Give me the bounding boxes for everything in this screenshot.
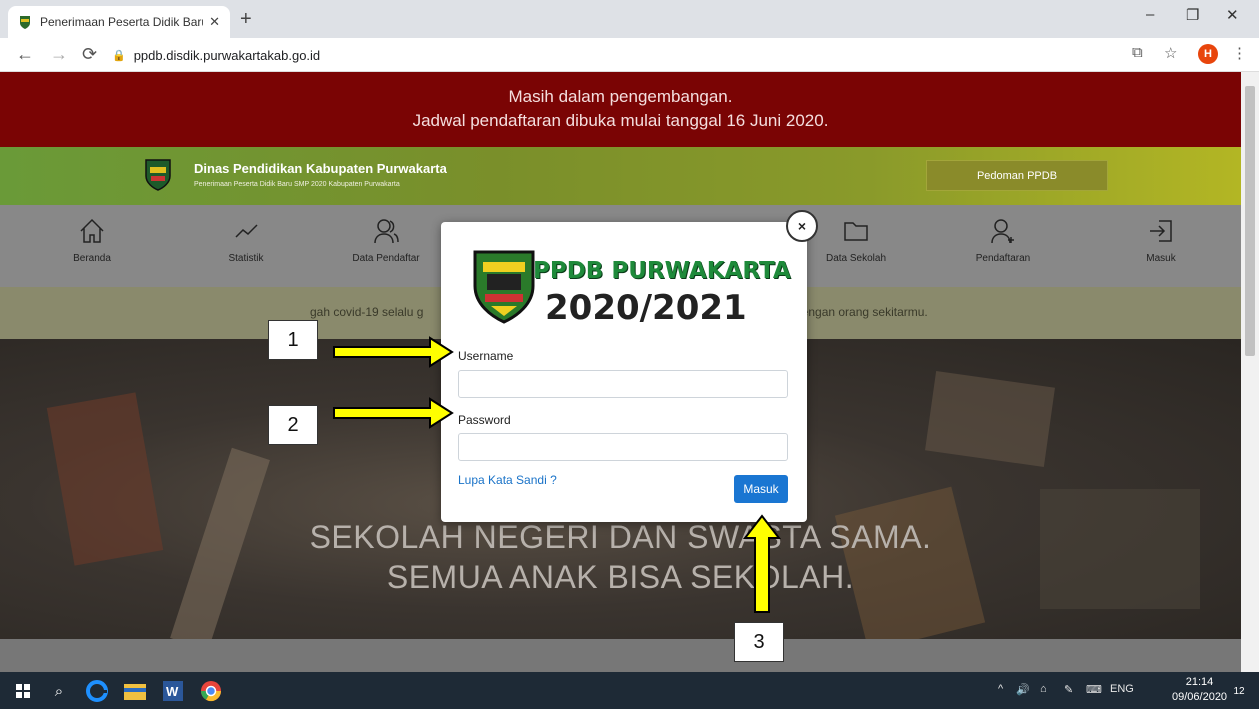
banner-line-1: Masih dalam pengembangan. — [508, 87, 733, 106]
windows-start-icon[interactable] — [12, 680, 34, 702]
menu-beranda[interactable]: Beranda — [42, 217, 142, 264]
menu-data-pendaftar-label: Data Pendaftar — [352, 253, 420, 264]
forgot-password-link[interactable]: Lupa Kata Sandi ? — [458, 473, 557, 487]
file-explorer-icon[interactable] — [124, 680, 146, 702]
pen-icon[interactable]: ✎ — [1064, 683, 1073, 696]
language-indicator[interactable]: ENG — [1110, 683, 1134, 695]
word-icon[interactable]: W — [162, 680, 184, 702]
development-banner: Masih dalam pengembangan. Jadwal pendaft… — [0, 72, 1241, 147]
browser-tab[interactable]: Penerimaan Peserta Didik Baru SM ✕ — [8, 6, 230, 38]
login-submit-button[interactable]: Masuk — [734, 475, 788, 503]
close-window-button[interactable]: ✕ — [1226, 6, 1239, 24]
annotation-number-2: 2 — [268, 405, 318, 445]
page-scrollbar[interactable] — [1241, 72, 1259, 672]
users-icon — [374, 219, 399, 244]
chrome-icon[interactable] — [200, 680, 222, 702]
bookmark-star-icon[interactable]: ☆ — [1164, 44, 1177, 62]
edge-browser-icon[interactable] — [86, 680, 108, 702]
ppdb-shield-logo-icon — [473, 250, 535, 324]
notice-text-right: dengan orang sekitarmu. — [795, 305, 928, 319]
tray-chevron-icon[interactable]: ^ — [998, 683, 1003, 695]
browser-tabstrip: Penerimaan Peserta Didik Baru SM ✕ + – ❐… — [0, 0, 1259, 38]
keyboard-icon[interactable]: ⌨ — [1086, 683, 1102, 696]
hero-line-1: SEKOLAH NEGERI DAN SWASTA SAMA. — [309, 519, 932, 555]
scrollbar-thumb[interactable] — [1245, 86, 1255, 356]
chart-line-icon — [235, 224, 258, 238]
menu-masuk-label: Masuk — [1146, 253, 1176, 264]
site-favicon-icon — [20, 16, 30, 29]
login-modal: × PPDB PURWAKARTA 2020/2021 Username Pas… — [441, 210, 818, 522]
ppdb-title: PPDB PURWAKARTA — [533, 258, 791, 284]
clock-date: 09/06/2020 — [1172, 691, 1228, 703]
translate-icon[interactable]: ⧉ — [1132, 44, 1143, 61]
password-label: Password — [458, 413, 511, 427]
clock-time: 21:14 — [1185, 676, 1214, 688]
hero-decor — [925, 371, 1055, 467]
login-icon — [1150, 220, 1172, 242]
search-icon[interactable]: ⌕ — [48, 680, 70, 702]
url-text: ppdb.disdik.purwakartakab.go.id — [133, 47, 321, 63]
network-icon[interactable]: ⌂ — [1040, 683, 1047, 695]
volume-icon[interactable]: 🔊 — [1016, 683, 1030, 696]
tab-close-icon[interactable]: ✕ — [209, 14, 220, 30]
menu-data-sekolah[interactable]: Data Sekolah — [806, 217, 906, 264]
modal-close-button[interactable]: × — [786, 210, 818, 242]
ppdb-year: 2020/2021 — [545, 288, 747, 328]
minimize-button[interactable]: – — [1146, 6, 1154, 23]
system-clock[interactable]: 21:14 09/06/2020 — [1172, 675, 1227, 705]
username-label: Username — [458, 349, 514, 363]
windows-taskbar: ⌕ W ^ 🔊 ⌂ ✎ ⌨ ENG 21:14 09/06/2020 12 — [0, 672, 1259, 709]
menu-data-sekolah-label: Data Sekolah — [825, 253, 887, 264]
notification-count: 12 — [1233, 685, 1245, 697]
home-icon — [80, 218, 104, 243]
notification-center-icon[interactable]: 12 — [1228, 680, 1250, 702]
add-user-icon — [991, 219, 1014, 244]
lock-icon: 🔒 — [112, 49, 126, 62]
menu-pendaftaran-label: Pendaftaran — [975, 253, 1031, 264]
page-lower-section — [0, 639, 1241, 672]
address-bar[interactable]: 🔒 ppdb.disdik.purwakartakab.go.id — [112, 43, 1112, 67]
reload-icon[interactable]: ⟳ — [82, 44, 97, 65]
menu-beranda-label: Beranda — [73, 253, 111, 264]
annotation-number-3: 3 — [734, 622, 784, 662]
brand-bar: Dinas Pendidikan Kabupaten Purwakarta Pe… — [0, 147, 1241, 205]
menu-dots-icon[interactable]: ⋮ — [1232, 44, 1247, 62]
notice-text-left: gah covid-19 selalu g — [310, 305, 424, 319]
purwakarta-logo-icon — [145, 159, 171, 191]
tab-title: Penerimaan Peserta Didik Baru SM — [40, 15, 203, 29]
username-input[interactable] — [458, 370, 788, 398]
menu-statistik[interactable]: Statistik — [196, 217, 296, 264]
password-input[interactable] — [458, 433, 788, 461]
back-arrow-icon[interactable]: ← — [16, 44, 34, 65]
hero-line-2: SEMUA ANAK BISA SEKOLAH. — [386, 559, 855, 595]
svg-text:W: W — [166, 684, 179, 699]
menu-pendaftaran[interactable]: Pendaftaran — [953, 217, 1053, 264]
pedoman-ppdb-button[interactable]: Pedoman PPDB — [926, 160, 1108, 191]
new-tab-button[interactable]: + — [240, 8, 252, 31]
brand-subtitle: Penerimaan Peserta Didik Baru SMP 2020 K… — [194, 181, 400, 188]
profile-avatar[interactable]: H — [1198, 44, 1218, 64]
folder-icon — [844, 222, 868, 241]
forward-arrow-icon[interactable]: → — [50, 44, 68, 65]
restore-button[interactable]: ❐ — [1186, 6, 1199, 24]
menu-statistik-label: Statistik — [228, 253, 264, 264]
menu-masuk[interactable]: Masuk — [1111, 217, 1211, 264]
menu-data-pendaftar[interactable]: Data Pendaftar — [336, 217, 436, 264]
annotation-number-1: 1 — [268, 320, 318, 360]
brand-name: Dinas Pendidikan Kabupaten Purwakarta — [194, 161, 447, 176]
browser-toolbar: ← → ⟳ 🔒 ppdb.disdik.purwakartakab.go.id … — [0, 38, 1259, 72]
banner-line-2: Jadwal pendaftaran dibuka mulai tanggal … — [412, 111, 829, 130]
